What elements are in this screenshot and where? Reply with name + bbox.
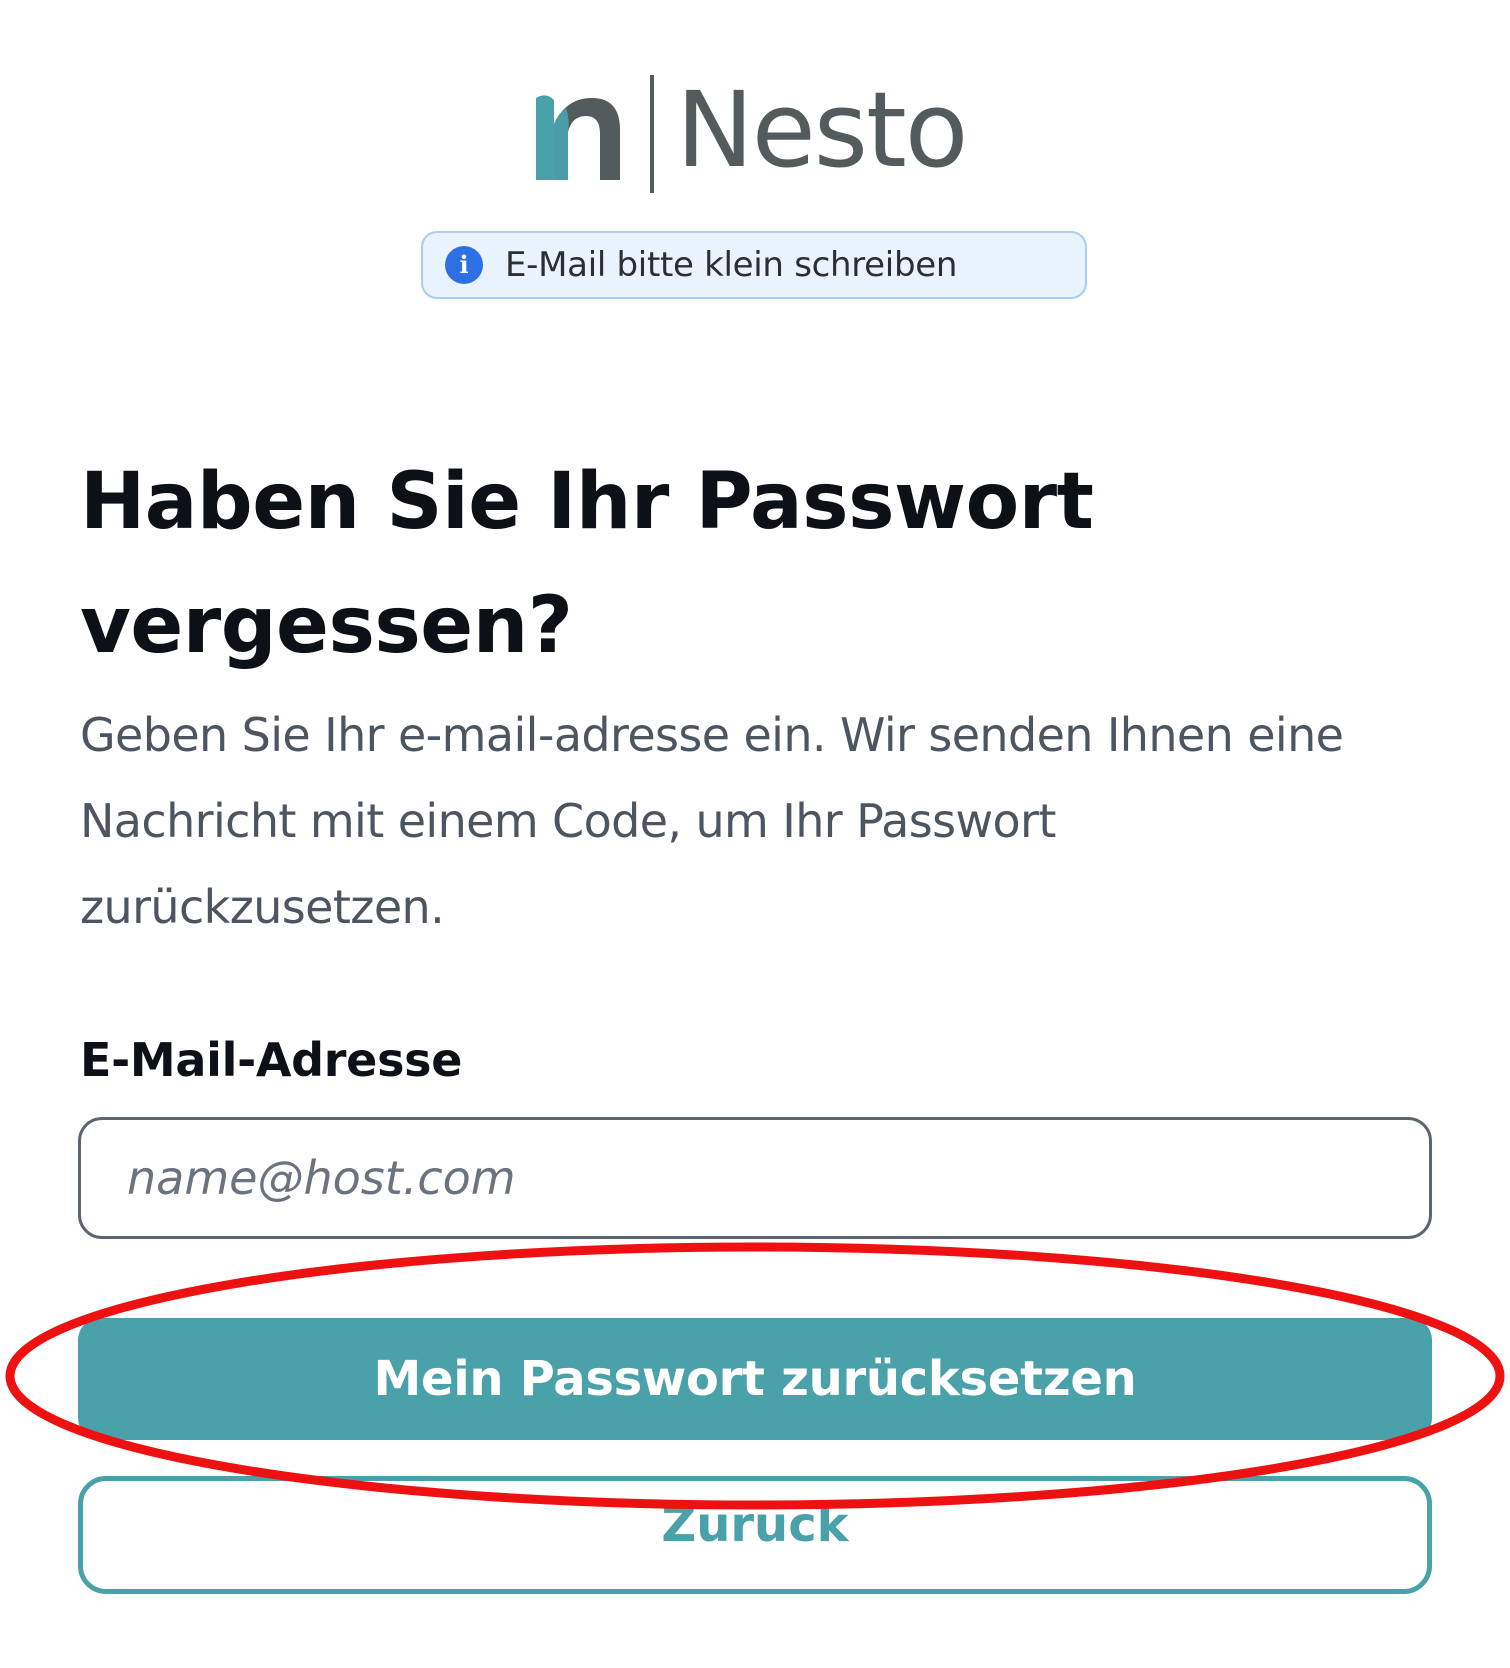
back-button[interactable]: Zurück [78,1476,1432,1594]
email-input[interactable] [78,1117,1432,1239]
page-description: Geben Sie Ihr e-mail-adresse ein. Wir se… [80,708,1344,934]
back-button-label: Zurück [661,1497,849,1553]
info-icon: i [445,246,483,284]
reset-password-button[interactable]: Mein Passwort zurücksetzen [78,1318,1432,1440]
logo-wordmark: Nesto [676,69,968,191]
nesto-logo: Nesto [536,69,968,194]
logo-divider [650,75,654,193]
info-notice: i E-Mail bitte klein schreiben [421,231,1087,299]
info-notice-text: E-Mail bitte klein schreiben [505,245,958,285]
page-title: Haben Sie Ihr Passwort vergessen? [80,457,1094,671]
email-label: E-Mail-Adresse [80,1033,463,1087]
nesto-logo-mark-icon [536,95,620,180]
